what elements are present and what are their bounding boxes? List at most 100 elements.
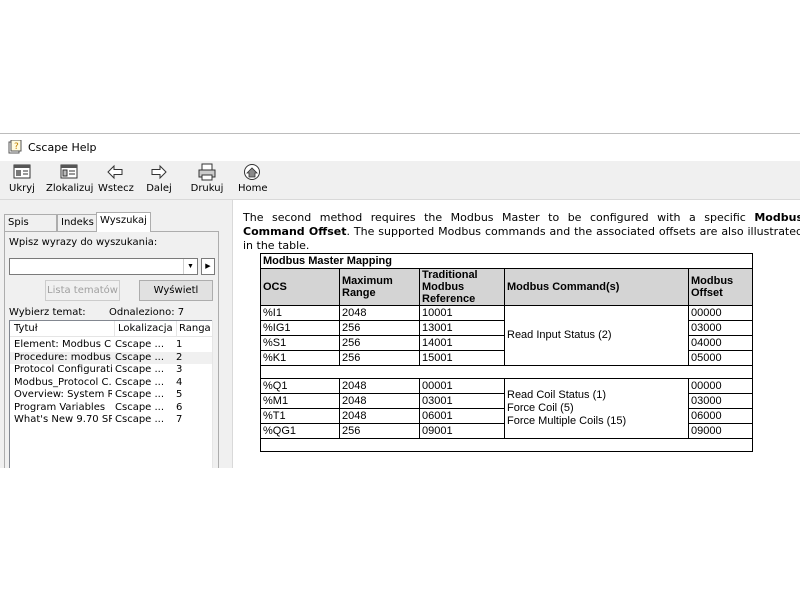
forward-label: Dalej (146, 183, 172, 194)
result-rank: 3 (176, 364, 183, 375)
result-title: Overview: System R... (14, 389, 112, 400)
offset-cell: 00000 (688, 378, 753, 394)
reference-cell: 13001 (419, 320, 505, 336)
printer-icon (198, 163, 216, 181)
result-rank: 1 (176, 339, 183, 350)
range-cell: 256 (339, 335, 420, 351)
navigation-pane: Spis treści Indeks Wyszukaj Wpisz wyrazy… (0, 200, 222, 468)
chevron-down-icon[interactable]: ▼ (183, 259, 197, 274)
result-location: Cscape ... (115, 414, 165, 425)
ocs-cell: %S1 (260, 335, 340, 351)
pane-splitter[interactable] (222, 200, 233, 468)
reference-cell: 10001 (419, 305, 505, 321)
reference-cell: 15001 (419, 350, 505, 366)
tab-search[interactable]: Wyszukaj (96, 212, 151, 232)
tab-contents[interactable]: Spis treści (4, 214, 57, 244)
ocs-cell: %QG1 (260, 423, 340, 439)
print-button[interactable]: Drukuj (190, 163, 224, 197)
hide-icon (13, 164, 31, 179)
locate-button[interactable]: Zlokalizuj (46, 163, 94, 197)
col-rank-header[interactable]: Ranga (176, 321, 212, 336)
result-rank: 5 (176, 389, 183, 400)
list-topics-button[interactable]: Lista tematów (45, 280, 120, 301)
search-tab-panel: Wpisz wyrazy do wyszukania: ▼ ▶ Lista te… (4, 231, 219, 468)
header-ocs: OCS (260, 268, 340, 306)
display-button[interactable]: Wyświetl (139, 280, 213, 301)
ocs-cell: %IG1 (260, 320, 340, 336)
list-item[interactable]: What's New 9.70 SP1 Cscape ... 7 (10, 414, 212, 426)
list-item[interactable]: Modbus_Protocol C... Cscape ... 4 (10, 377, 212, 389)
command-cell: Read Input Status (2) (504, 305, 689, 366)
back-button[interactable]: Wstecz (98, 163, 134, 197)
ocs-cell: %M1 (260, 393, 340, 409)
header-offset: Modbus Offset (688, 268, 753, 306)
result-rank: 2 (176, 351, 183, 363)
found-count-label: Odnaleziono: 7 (109, 307, 185, 318)
result-location: Cscape ... (115, 339, 165, 350)
table-spacer-row (260, 365, 753, 379)
offset-cell: 09000 (688, 423, 753, 439)
result-rank: 7 (176, 414, 183, 425)
list-item[interactable]: Protocol ConfigurationCscape ... 3 (10, 364, 212, 376)
hide-button[interactable]: Ukryj (8, 163, 36, 197)
offset-cell: 05000 (688, 350, 753, 366)
result-rank: 4 (176, 376, 183, 388)
search-input[interactable]: ▼ (9, 258, 198, 275)
col-title-header[interactable]: Tytuł (10, 321, 115, 336)
range-cell: 256 (339, 423, 420, 439)
header-traditional-ref: Traditional Modbus Reference (419, 268, 505, 306)
home-button[interactable]: Home (238, 163, 268, 197)
svg-text:?: ? (14, 142, 19, 152)
help-window: ? Cscape Help Ukryj Zlokalizuj Wstecz Da… (0, 133, 800, 468)
results-scrollbar[interactable] (212, 320, 217, 468)
range-cell: 2048 (339, 305, 420, 321)
locate-label: Zlokalizuj (46, 183, 94, 194)
reference-cell: 06001 (419, 408, 505, 424)
locate-icon (60, 164, 78, 179)
search-menu-button[interactable]: ▶ (201, 258, 215, 275)
result-title: Element: Modbus C... (14, 339, 112, 350)
offset-cell: 06000 (688, 408, 753, 424)
back-arrow-icon (107, 164, 123, 180)
para-text-pre: The second method requires the Modbus Ma… (243, 211, 755, 224)
col-location-header[interactable]: Lokalizacja (115, 321, 177, 336)
ocs-cell: %T1 (260, 408, 340, 424)
offset-cell: 00000 (688, 305, 753, 321)
reference-cell: 09001 (419, 423, 505, 439)
forward-button[interactable]: Dalej (144, 163, 174, 197)
range-cell: 256 (339, 320, 420, 336)
reference-cell: 00001 (419, 378, 505, 394)
result-title: Modbus_Protocol C... (14, 376, 112, 388)
header-max-range: Maximum Range (339, 268, 420, 306)
choose-topic-label: Wybierz temat: (9, 307, 86, 318)
offset-cell: 04000 (688, 335, 753, 351)
command-text: Force Multiple Coils (15) (507, 415, 627, 427)
list-item[interactable]: Element: Modbus C... Cscape ... 1 (10, 339, 212, 351)
result-location: Cscape ... (115, 364, 165, 375)
reference-cell: 14001 (419, 335, 505, 351)
result-title: Procedure: modbus ... (14, 351, 112, 363)
list-item[interactable]: Procedure: modbus ...Cscape ... 2 (10, 351, 212, 364)
tab-index[interactable]: Indeks (57, 214, 98, 231)
results-list: Tytuł Lokalizacja Ranga Element: Modbus … (9, 320, 213, 468)
result-rank: 6 (176, 401, 183, 413)
hide-label: Ukryj (9, 183, 35, 194)
offset-cell: 03000 (688, 393, 753, 409)
result-title: What's New 9.70 SP1 (14, 414, 112, 425)
header-command: Modbus Command(s) (504, 268, 689, 306)
result-location: Cscape ... (115, 351, 165, 363)
list-item[interactable]: Program Variables Cscape ... 6 (10, 402, 212, 414)
back-label: Wstecz (98, 183, 134, 194)
modbus-mapping-table: Modbus Master Mapping OCS Maximum Range … (260, 253, 753, 452)
topic-content: The second method requires the Modbus Ma… (233, 200, 800, 468)
play-arrow-icon: ▶ (205, 263, 211, 270)
window-title: Cscape Help (28, 141, 97, 154)
forward-arrow-icon (151, 164, 167, 180)
range-cell: 2048 (339, 378, 420, 394)
ocs-cell: %Q1 (260, 378, 340, 394)
home-icon (244, 164, 260, 180)
toolbar: Ukryj Zlokalizuj Wstecz Dalej Drukuj Hom… (0, 161, 800, 200)
list-item[interactable]: Overview: System R...Cscape ... 5 (10, 389, 212, 401)
table-spacer-row (260, 438, 753, 452)
command-text: Read Coil Status (1) (507, 389, 607, 401)
